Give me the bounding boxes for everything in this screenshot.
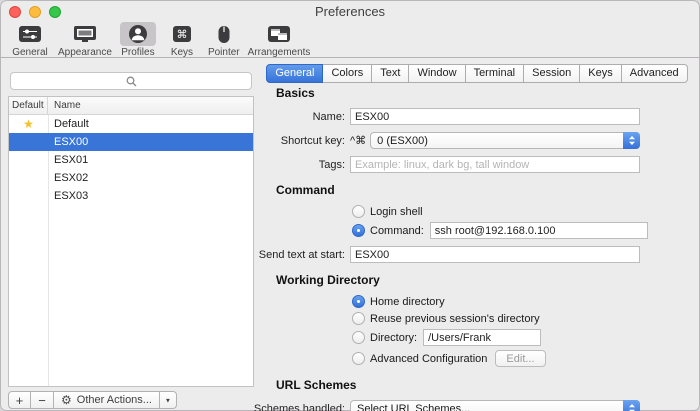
toolbar-item-appearance[interactable]: Appearance — [54, 22, 116, 58]
preferences-window: Preferences General Appearance Profiles … — [0, 0, 700, 411]
svg-text:⌘: ⌘ — [176, 28, 187, 41]
list-header: Default Name — [9, 97, 253, 115]
profile-row-default[interactable]: ★ Default — [9, 115, 253, 133]
tags-label: Tags: — [318, 158, 345, 171]
url-schemes-value: Select URL Schemes... — [357, 402, 471, 411]
other-actions-button[interactable]: ⚙ Other Actions... — [54, 391, 160, 409]
general-tab-content: Basics Name: Shortcut key: ^⌘ 0 (ESX00) … — [250, 86, 694, 411]
titlebar: Preferences — [0, 0, 700, 22]
tab-colors[interactable]: Colors — [323, 64, 373, 83]
toolbar-label: General — [12, 47, 48, 58]
home-directory-radio[interactable] — [352, 295, 365, 308]
column-header-name: Name — [54, 100, 81, 111]
chevron-down-icon: ▼ — [164, 396, 172, 404]
tab-advanced[interactable]: Advanced — [621, 64, 688, 83]
profiles-list: Default Name ★ Default ESX00 ESX01 ESX02… — [8, 96, 254, 387]
default-star-icon: ★ — [23, 116, 34, 131]
url-schemes-popup[interactable]: Select URL Schemes... — [350, 400, 640, 411]
login-shell-radio[interactable] — [352, 205, 365, 218]
popup-stepper-icon — [623, 400, 640, 411]
profile-row-esx00[interactable]: ESX00 — [9, 133, 253, 151]
remove-profile-button[interactable]: − — [31, 391, 54, 409]
shortcut-key-value: 0 (ESX00) — [377, 134, 428, 147]
send-text-label: Send text at start: — [258, 248, 345, 261]
shortcut-key-label: Shortcut key: — [280, 134, 345, 147]
profile-row-esx01[interactable]: ESX01 — [9, 151, 253, 169]
tab-text[interactable]: Text — [372, 64, 410, 83]
profile-list-actions: + − ⚙ Other Actions... ▼ — [8, 391, 177, 409]
profile-name: ESX02 — [54, 172, 89, 184]
schemes-handled-label: Schemes handled: — [253, 402, 345, 411]
shortcut-modifiers: ^⌘ — [350, 135, 367, 147]
basics-heading: Basics — [276, 86, 315, 100]
mouse-pointer-icon — [209, 22, 239, 46]
profile-name: Default — [54, 118, 89, 130]
profile-name: ESX01 — [54, 154, 89, 166]
basics-section: Basics Name: Shortcut key: ^⌘ 0 (ESX00) … — [250, 86, 694, 173]
toolbar-label: Profiles — [121, 47, 155, 58]
add-profile-button[interactable]: + — [8, 391, 31, 409]
reuse-directory-label: Reuse previous session's directory — [370, 312, 540, 325]
send-text-input[interactable] — [350, 246, 640, 263]
advanced-configuration-radio[interactable] — [352, 352, 365, 365]
profile-settings-tabs: General Colors Text Window Terminal Sess… — [262, 64, 692, 83]
custom-directory-label: Directory: — [370, 331, 418, 344]
tab-session[interactable]: Session — [524, 64, 581, 83]
toolbar-label: Arrangements — [247, 47, 311, 58]
search-icon — [126, 76, 136, 86]
profile-name: ESX03 — [54, 190, 89, 202]
window-arrangements-icon — [259, 22, 299, 46]
working-directory-heading: Working Directory — [276, 273, 380, 287]
toolbar-label: Appearance — [58, 47, 112, 58]
advanced-configuration-label: Advanced Configuration — [370, 352, 488, 365]
toolbar-label: Pointer — [207, 47, 240, 58]
profiles-search-field[interactable] — [10, 72, 252, 90]
command-label: Command: — [370, 224, 424, 237]
appearance-icon — [65, 22, 105, 46]
tab-window[interactable]: Window — [409, 64, 466, 83]
command-key-icon: ⌘ — [164, 22, 200, 46]
tab-general[interactable]: General — [266, 64, 324, 83]
tags-input[interactable] — [350, 156, 640, 173]
custom-directory-radio[interactable] — [352, 331, 365, 344]
toolbar-item-arrangements[interactable]: Arrangements — [244, 22, 315, 58]
profile-row-esx02[interactable]: ESX02 — [9, 169, 253, 187]
url-schemes-heading: URL Schemes — [276, 378, 357, 392]
reuse-directory-radio[interactable] — [352, 312, 365, 325]
toolbar-item-keys[interactable]: ⌘ Keys — [160, 22, 204, 58]
login-shell-label: Login shell — [370, 205, 423, 218]
toolbar-item-profiles[interactable]: Profiles — [116, 22, 160, 58]
gear-icon: ⚙ — [61, 393, 72, 407]
profile-person-icon — [119, 22, 156, 46]
name-label: Name: — [312, 110, 345, 123]
working-directory-section: Working Directory Home directory Reuse p… — [250, 273, 694, 367]
url-schemes-section: URL Schemes Schemes handled: Select URL … — [250, 378, 694, 411]
command-radio[interactable] — [352, 224, 365, 237]
shortcut-key-popup[interactable]: 0 (ESX00) — [370, 132, 641, 149]
profile-name-input[interactable] — [350, 108, 640, 125]
tab-keys[interactable]: Keys — [580, 64, 622, 83]
toolbar-item-pointer[interactable]: Pointer — [204, 22, 244, 58]
toolbar-item-general[interactable]: General — [6, 22, 54, 58]
edit-advanced-button[interactable]: Edit... — [495, 350, 546, 367]
sliders-icon — [10, 22, 50, 46]
other-actions-label: Other Actions... — [76, 394, 152, 406]
popup-stepper-icon — [623, 132, 641, 149]
command-input[interactable] — [429, 222, 648, 239]
preferences-toolbar: General Appearance Profiles ⌘ Keys Point… — [0, 20, 700, 58]
command-heading: Command — [276, 183, 335, 197]
tab-terminal[interactable]: Terminal — [465, 64, 525, 83]
profile-name: ESX00 — [54, 136, 89, 148]
profile-row-esx03[interactable]: ESX03 — [9, 187, 253, 205]
directory-input[interactable] — [423, 329, 542, 346]
home-directory-label: Home directory — [370, 295, 445, 308]
toolbar-label: Keys — [170, 47, 194, 58]
column-header-default: Default — [9, 97, 48, 114]
other-actions-dropdown-arrow[interactable]: ▼ — [159, 391, 177, 409]
command-section: Command Login shell Command: Send text a… — [250, 183, 694, 263]
